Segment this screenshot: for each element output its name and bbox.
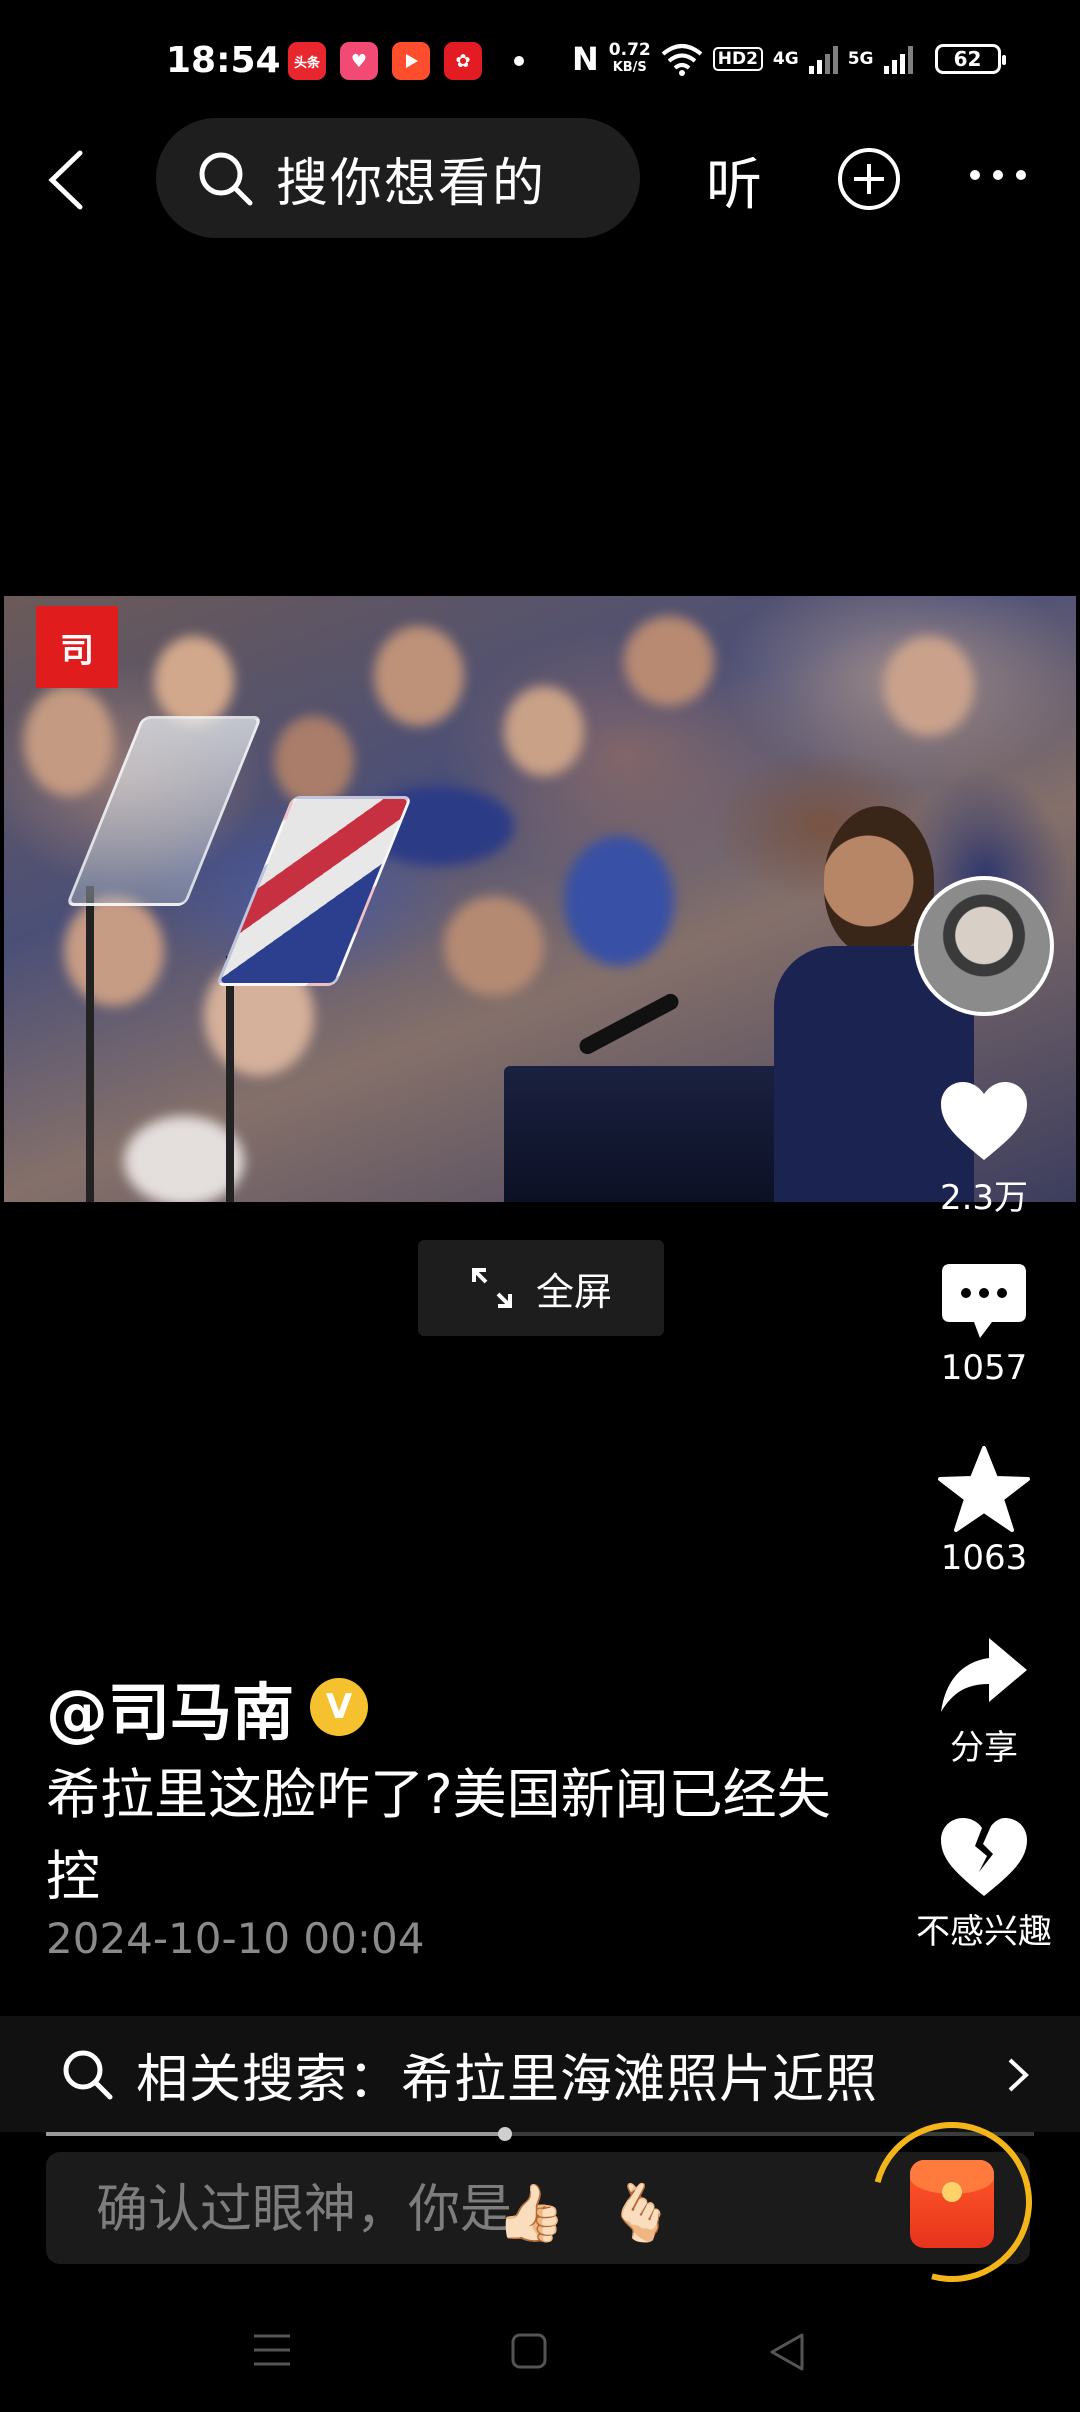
back-triangle-icon[interactable]	[768, 2332, 806, 2372]
hd-badge: HD2	[712, 47, 763, 71]
share-icon	[941, 1638, 1027, 1712]
star-icon	[938, 1446, 1030, 1532]
not-interested-button[interactable]: 不感兴趣	[899, 1816, 1069, 1953]
verified-badge-icon: V	[310, 1678, 369, 1736]
home-icon[interactable]	[510, 2332, 548, 2370]
comment-button[interactable]: 1057	[899, 1262, 1069, 1388]
broken-heart-icon	[941, 1818, 1027, 1896]
video-app-icon	[392, 42, 430, 80]
plus-circle-icon	[838, 148, 900, 210]
status-indicators: N 0.72 KB/S HD2 4G 5G 62	[572, 40, 1006, 78]
chevron-right-icon	[1008, 2058, 1029, 2092]
author-avatar[interactable]	[914, 876, 1054, 1016]
fullscreen-label: 全屏	[535, 1269, 612, 1314]
douyin-lite-app-icon: ♥	[340, 42, 378, 80]
heart-icon	[941, 1082, 1027, 1160]
signal-label-5g: 5G	[847, 49, 874, 69]
share-label: 分享	[950, 1728, 1018, 1768]
video-progress-fill	[46, 2132, 506, 2136]
author-handle: @司马南	[46, 1676, 295, 1749]
fullscreen-button[interactable]: 全屏	[418, 1240, 664, 1336]
signal-bars-icon	[808, 44, 838, 74]
system-nav-bar	[0, 2292, 1080, 2412]
wifi-icon	[661, 44, 703, 76]
post-timestamp: 2024-10-10 00:04	[46, 1914, 425, 1963]
not-interested-label: 不感兴趣	[916, 1912, 1052, 1952]
related-search-bar[interactable]: 相关搜索：希拉里海滩照片近照	[0, 2016, 1080, 2132]
status-app-icons: 头条 ♥ ✿	[288, 42, 524, 80]
signal-label-4g: 4G	[772, 49, 799, 69]
status-time: 18:54	[166, 40, 281, 81]
related-search-text: 相关搜索：希拉里海滩照片近照	[136, 2049, 879, 2110]
like-button[interactable]: 2.3万	[899, 1080, 1069, 1219]
share-button[interactable]: 分享	[899, 1636, 1069, 1769]
post-caption: 希拉里这脸咋了?美国新闻已经失控	[46, 1763, 831, 1908]
comment-icon	[942, 1264, 1026, 1338]
signal-bars-icon	[883, 44, 913, 74]
add-button[interactable]	[836, 146, 902, 212]
more-button[interactable]	[970, 170, 1026, 180]
battery-level: 62	[953, 47, 982, 71]
favorite-button[interactable]: 1063	[899, 1446, 1069, 1578]
video-progress-bar[interactable]	[46, 2127, 1034, 2141]
red-packet-icon[interactable]	[910, 2160, 994, 2248]
toutiao-app-icon: 头条	[288, 42, 326, 80]
notification-dot	[514, 56, 524, 66]
back-button[interactable]	[36, 140, 96, 220]
like-count: 2.3万	[939, 1178, 1029, 1218]
favorite-count: 1063	[940, 1538, 1028, 1578]
menu-icon[interactable]	[252, 2332, 292, 2368]
search-icon	[63, 2050, 113, 2100]
kuaishou-app-icon: ✿	[444, 42, 482, 80]
comment-count: 1057	[940, 1348, 1028, 1388]
battery-icon: 62	[934, 44, 1006, 74]
channel-logo: 司	[36, 606, 118, 688]
more-icon	[970, 170, 980, 180]
search-icon	[199, 152, 253, 206]
search-placeholder: 搜你想看的	[276, 153, 547, 214]
listen-button[interactable]: 听	[706, 140, 762, 221]
search-bar[interactable]: 搜你想看的	[156, 118, 640, 238]
back-icon	[48, 150, 83, 210]
nfc-icon: N	[572, 40, 599, 78]
author-name[interactable]: @司马南 V	[46, 1662, 369, 1752]
finger-heart-emoji-button[interactable]: 🫰🏻	[606, 2180, 676, 2246]
status-bar: 18:54 头条 ♥ ✿ N 0.72 KB/S HD2 4G 5G 62	[0, 0, 1080, 120]
net-speed: 0.72 KB/S	[608, 40, 651, 76]
thumbs-up-emoji-button[interactable]: 👍🏻	[496, 2180, 566, 2246]
expand-icon	[471, 1268, 512, 1308]
video-progress-handle[interactable]	[498, 2127, 513, 2141]
